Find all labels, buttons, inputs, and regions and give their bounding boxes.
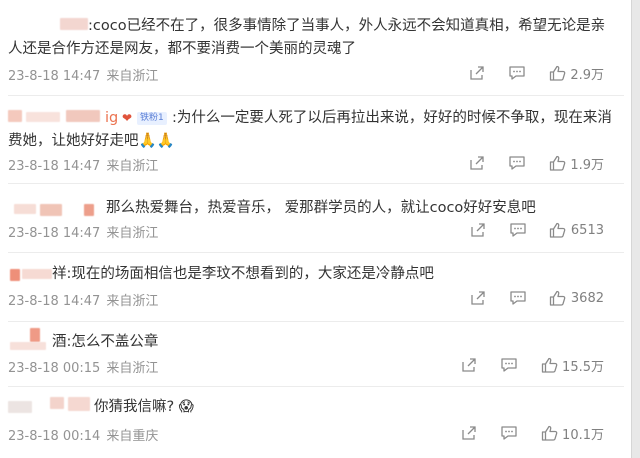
redacted-username (68, 397, 90, 411)
like-count: 6513 (570, 222, 604, 238)
share-icon[interactable] (460, 356, 478, 374)
redacted-username (8, 110, 22, 122)
comment-meta: 23-8-18 00:14 来自重庆 (8, 425, 158, 444)
share-icon[interactable] (468, 64, 486, 82)
redacted-username (10, 342, 46, 350)
comment-text-line: 人还是合作方还是网友，都不要消费一个美丽的灵魂了 (8, 41, 356, 57)
comment-icon[interactable] (500, 356, 518, 374)
comment-time: 23-8-18 14:47 (8, 69, 101, 84)
redacted-username (26, 112, 60, 122)
comment-location: 来自重庆 (106, 429, 159, 444)
comment-actions: 15.5万 (460, 355, 604, 375)
comment-location: 来自浙江 (106, 226, 159, 241)
divider (8, 183, 624, 184)
like-icon[interactable] (540, 356, 558, 374)
like-count: 3682 (570, 290, 604, 306)
redacted-username (14, 204, 36, 214)
comment-icon[interactable] (508, 154, 526, 172)
divider (8, 386, 624, 387)
scrollbar[interactable] (631, 0, 640, 458)
redacted-username (50, 397, 64, 409)
divider (8, 321, 624, 322)
like-icon[interactable] (540, 424, 558, 442)
comment-time: 23-8-18 14:47 (8, 226, 101, 241)
redacted-username (84, 204, 94, 216)
like-count: 10.1万 (562, 427, 604, 443)
like-icon[interactable] (548, 64, 566, 82)
redacted-username (10, 269, 20, 281)
comment-time: 23-8-18 14:47 (8, 159, 101, 174)
comment-actions: 2.9万 (468, 63, 604, 83)
share-icon[interactable] (469, 289, 487, 307)
redacted-username (66, 110, 100, 122)
comment-actions: 1.9万 (468, 153, 604, 173)
redacted-username (30, 328, 40, 342)
redacted-username (22, 269, 52, 279)
comment-icon[interactable] (508, 64, 526, 82)
share-icon[interactable] (460, 424, 478, 442)
comment-location: 来自浙江 (106, 159, 159, 174)
like-icon[interactable] (548, 154, 566, 172)
comment-text-line: :为什么一定要人死了以后再拉出来说，好好的时候不争取，现在来消 (172, 110, 612, 126)
like-count: 2.9万 (570, 67, 604, 83)
comment-meta: 23-8-18 14:47 来自浙江 (8, 290, 158, 309)
comment-text-line: 那么热爱舞台，热爱音乐， 爱那群学员的人，就让coco好好安息吧 (106, 200, 536, 216)
comment-actions: 3682 (469, 288, 604, 308)
comment-location: 来自浙江 (106, 294, 159, 309)
comment-actions: 10.1万 (460, 423, 604, 443)
comment-text-line: 费她，让她好好走吧🙏🙏 (8, 133, 175, 149)
comment-icon[interactable] (500, 424, 518, 442)
share-icon[interactable] (469, 221, 487, 239)
comment-icon[interactable] (509, 289, 527, 307)
comment-meta: 23-8-18 14:47 来自浙江 (8, 155, 158, 174)
comment-time: 23-8-18 00:14 (8, 429, 101, 444)
comment-meta: 23-8-18 00:15 来自浙江 (8, 357, 158, 376)
redacted-username (40, 204, 62, 216)
like-icon[interactable] (549, 221, 567, 239)
comment-icon[interactable] (509, 221, 527, 239)
like-count: 1.9万 (570, 157, 604, 173)
redacted-username (60, 18, 88, 30)
heart-fan-icon: ❤ (122, 111, 133, 125)
divider (8, 95, 624, 96)
comment-text-line: 酒:怎么不盖公章 (52, 334, 159, 350)
share-icon[interactable] (468, 154, 486, 172)
like-icon[interactable] (549, 289, 567, 307)
fan-badge: 铁粉1 (136, 108, 168, 128)
comment-text-line: :coco已经不在了，很多事情除了当事人，外人永远不会知道真相，希望无论是亲 (88, 18, 606, 34)
comment-actions: 6513 (469, 220, 604, 240)
comment-text-line: 祥:现在的场面相信也是李玟不想看到的，大家还是冷静点吧 (52, 266, 434, 282)
comment-time: 23-8-18 00:15 (8, 361, 101, 376)
comment-meta: 23-8-18 14:47 来自浙江 (8, 65, 158, 84)
redacted-username (8, 401, 32, 413)
comment-location: 来自浙江 (106, 361, 159, 376)
divider (8, 252, 624, 253)
comment-time: 23-8-18 14:47 (8, 294, 101, 309)
like-count: 15.5万 (562, 359, 604, 375)
comment-location: 来自浙江 (106, 69, 159, 84)
comment-text-line: 你猜我信嘛? 😱 (94, 399, 194, 415)
comment-author[interactable]: ig (105, 108, 118, 128)
comment-meta: 23-8-18 14:47 来自浙江 (8, 222, 158, 241)
